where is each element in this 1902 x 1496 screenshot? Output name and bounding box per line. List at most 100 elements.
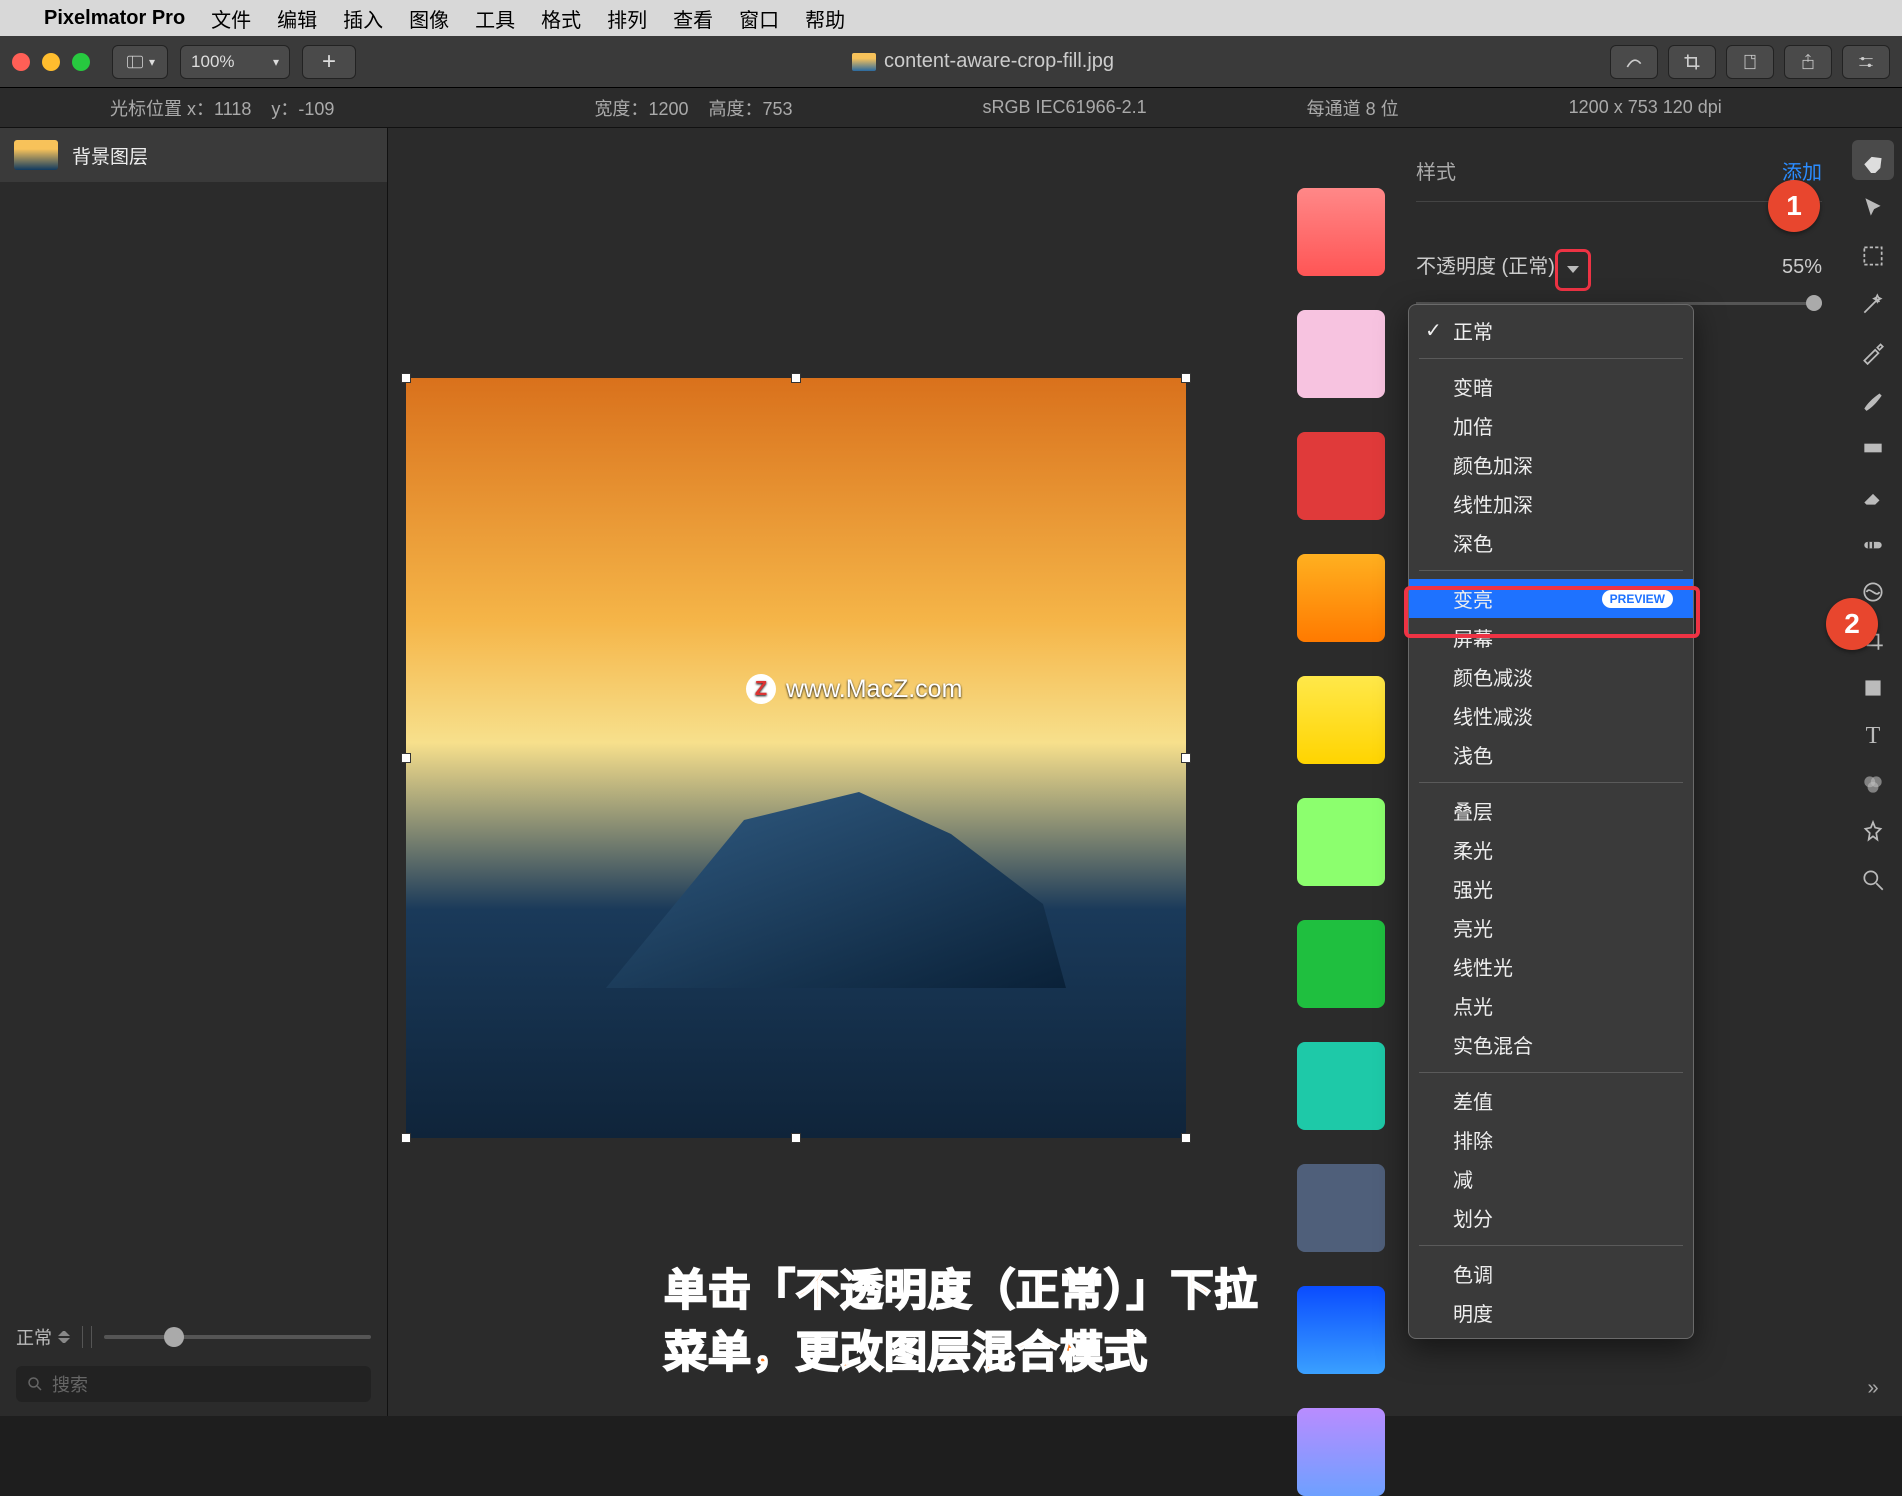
opacity-slider[interactable]: [104, 1335, 371, 1339]
annotation-marker-2: 2: [1826, 598, 1878, 650]
tool-color-adjust[interactable]: [1852, 764, 1894, 804]
menu-insert[interactable]: 插入: [343, 4, 383, 33]
blend-mode-dropdown[interactable]: 正常变暗加倍颜色加深线性加深深色变亮PREVIEW屏幕颜色减淡线性减淡浅色叠层柔…: [1408, 304, 1694, 1339]
color-swatch[interactable]: [1297, 310, 1385, 398]
color-swatch[interactable]: [1297, 920, 1385, 1008]
new-doc-button[interactable]: [1726, 45, 1774, 79]
blend-mode-option[interactable]: 屏幕: [1409, 618, 1693, 657]
add-button[interactable]: +: [302, 45, 356, 79]
blend-mode-option[interactable]: 划分: [1409, 1198, 1693, 1237]
zoom-value: 100%: [191, 52, 234, 72]
tool-eraser[interactable]: [1852, 476, 1894, 516]
tool-eyedropper[interactable]: [1852, 332, 1894, 372]
color-swatch[interactable]: [1297, 1286, 1385, 1374]
infobar: 光标位置 x：1118 y：-109 宽度：1200 高度：753 sRGB I…: [0, 88, 1902, 128]
blend-mode-option[interactable]: 颜色减淡: [1409, 657, 1693, 696]
menu-window[interactable]: 窗口: [739, 4, 779, 33]
menu-view[interactable]: 查看: [673, 4, 713, 33]
document-title: content-aware-crop-fill.jpg: [368, 50, 1598, 73]
share-button[interactable]: [1784, 45, 1832, 79]
blend-mode-option[interactable]: 实色混合: [1409, 1025, 1693, 1064]
blend-mode-option[interactable]: 明度: [1409, 1293, 1693, 1332]
close-window[interactable]: [12, 53, 30, 71]
document-icon: [852, 53, 876, 71]
blend-mode-option[interactable]: 变亮PREVIEW: [1409, 579, 1693, 618]
dropdown-separator: [1419, 570, 1683, 571]
crop-button[interactable]: [1668, 45, 1716, 79]
search-icon: [26, 1375, 44, 1393]
canvas[interactable]: Z www.MacZ.com 单击「不透明度（正常）」下拉菜单，更改图层混合模式: [388, 128, 1276, 1416]
tool-more[interactable]: »: [1867, 1377, 1878, 1400]
menu-format[interactable]: 格式: [541, 4, 581, 33]
color-swatch[interactable]: [1297, 554, 1385, 642]
blend-mode-option[interactable]: 点光: [1409, 986, 1693, 1025]
tool-type[interactable]: T: [1852, 716, 1894, 756]
layer-row[interactable]: 背景图层: [0, 128, 387, 182]
layer-thumb: [14, 140, 58, 170]
traffic-lights: [12, 53, 90, 71]
maximize-window[interactable]: [72, 53, 90, 71]
color-swatch[interactable]: [1297, 432, 1385, 520]
zoom-select[interactable]: 100%▾: [180, 45, 290, 79]
color-swatch[interactable]: [1297, 676, 1385, 764]
tool-marquee[interactable]: [1852, 236, 1894, 276]
menu-tools[interactable]: 工具: [475, 4, 515, 33]
menubar: Pixelmator Pro 文件 编辑 插入 图像 工具 格式 排列 查看 窗…: [0, 0, 1902, 36]
toolbar: ▾ 100%▾ + content-aware-crop-fill.jpg: [0, 36, 1902, 88]
menu-edit[interactable]: 编辑: [277, 4, 317, 33]
blend-mode-option[interactable]: 柔光: [1409, 830, 1693, 869]
blend-mode-dropdown-arrow[interactable]: [1560, 254, 1586, 286]
menu-arrange[interactable]: 排列: [607, 4, 647, 33]
blend-mode-option[interactable]: 浅色: [1409, 735, 1693, 774]
blend-mode-option[interactable]: 色调: [1409, 1254, 1693, 1293]
settings-button[interactable]: [1842, 45, 1890, 79]
selection-box[interactable]: [406, 378, 1186, 1138]
color-swatch[interactable]: [1297, 1042, 1385, 1130]
layers-panel: 背景图层 正常 搜索: [0, 128, 388, 1416]
tool-effects[interactable]: [1852, 812, 1894, 852]
opacity-label: 不透明度 (正常): [1416, 256, 1555, 278]
tool-brush[interactable]: [1852, 380, 1894, 420]
color-swatch[interactable]: [1297, 1408, 1385, 1496]
tool-arrow[interactable]: [1852, 188, 1894, 228]
opacity-value: 55%: [1782, 256, 1822, 279]
tool-gradient[interactable]: [1852, 428, 1894, 468]
tool-shape[interactable]: [1852, 668, 1894, 708]
blend-mode-option[interactable]: 亮光: [1409, 908, 1693, 947]
blend-mode-option[interactable]: 颜色加深: [1409, 445, 1693, 484]
tool-styles[interactable]: [1852, 140, 1894, 180]
blend-mode-option[interactable]: 线性光: [1409, 947, 1693, 986]
blend-mode-option[interactable]: 深色: [1409, 523, 1693, 562]
layer-controls: 正常: [0, 1314, 387, 1360]
blend-mode-option[interactable]: 排除: [1409, 1120, 1693, 1159]
swatch-column: [1276, 128, 1406, 1416]
menu-help[interactable]: 帮助: [805, 4, 845, 33]
blend-mode-option[interactable]: 线性加深: [1409, 484, 1693, 523]
tool-zoom[interactable]: [1852, 860, 1894, 900]
dropdown-separator: [1419, 1072, 1683, 1073]
annotation-caption: 单击「不透明度（正常）」下拉菜单，更改图层混合模式: [664, 1256, 1276, 1380]
app-name[interactable]: Pixelmator Pro: [44, 7, 185, 30]
layer-search[interactable]: 搜索: [16, 1366, 371, 1402]
blend-mode-option[interactable]: 叠层: [1409, 791, 1693, 830]
blend-mode-option[interactable]: 正常: [1409, 311, 1693, 350]
tool-magic[interactable]: [1852, 284, 1894, 324]
blend-mode-option[interactable]: 减: [1409, 1159, 1693, 1198]
search-placeholder: 搜索: [52, 1371, 88, 1397]
tool-repair[interactable]: [1852, 524, 1894, 564]
blend-mode-option[interactable]: 线性减淡: [1409, 696, 1693, 735]
minimize-window[interactable]: [42, 53, 60, 71]
blend-mode-option[interactable]: 强光: [1409, 869, 1693, 908]
menu-image[interactable]: 图像: [409, 4, 449, 33]
main-area: 背景图层 正常 搜索 Z www.MacZ.com 单击「不透明度（正常: [0, 128, 1902, 1416]
color-swatch[interactable]: [1297, 188, 1385, 276]
blend-mode-option[interactable]: 差值: [1409, 1081, 1693, 1120]
sidebar-toggle-button[interactable]: ▾: [112, 45, 168, 79]
menu-file[interactable]: 文件: [211, 4, 251, 33]
path-tool-button[interactable]: [1610, 45, 1658, 79]
blend-mode-option[interactable]: 变暗: [1409, 367, 1693, 406]
color-swatch[interactable]: [1297, 798, 1385, 886]
blend-mode-select[interactable]: 正常: [16, 1324, 70, 1350]
color-swatch[interactable]: [1297, 1164, 1385, 1252]
blend-mode-option[interactable]: 加倍: [1409, 406, 1693, 445]
